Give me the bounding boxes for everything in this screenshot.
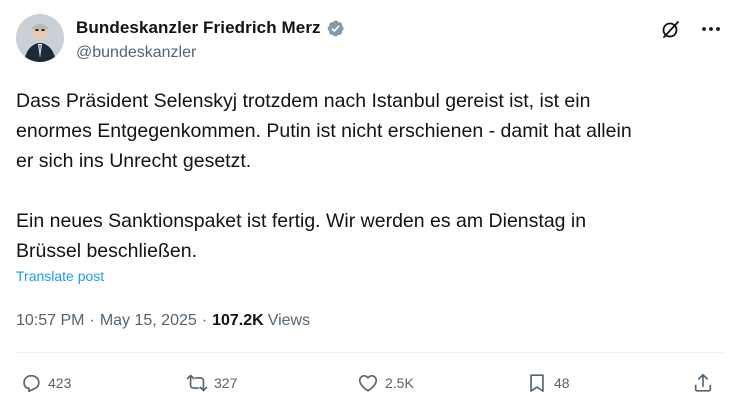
share-button[interactable] [692, 372, 714, 394]
heart-icon [358, 375, 378, 392]
divider [16, 352, 724, 353]
views-label: Views [267, 312, 311, 329]
reply-button[interactable]: 423 [20, 372, 71, 394]
avatar-image [16, 14, 64, 62]
repost-icon [186, 374, 208, 392]
reply-count: 423 [48, 375, 72, 391]
post-time[interactable]: 10:57 PM [16, 312, 84, 330]
like-button[interactable]: 2.5K [357, 372, 414, 394]
post-text: Dass Präsident Selenskyj trotzdem nach I… [16, 90, 632, 262]
repost-count: 327 [214, 375, 238, 391]
share-icon [694, 373, 712, 392]
verified-badge-icon [327, 20, 344, 37]
repost-button[interactable]: 327 [186, 372, 237, 394]
views-count: 107.2K [212, 312, 264, 329]
bookmark-button[interactable]: 48 [526, 372, 570, 394]
like-count: 2.5K [385, 375, 414, 391]
bookmark-icon [530, 374, 544, 392]
meta-separator: · [89, 312, 95, 329]
post-date[interactable]: May 15, 2025 [100, 312, 197, 330]
grok-icon[interactable] [660, 18, 682, 40]
handle[interactable]: @bundeskanzler [76, 44, 196, 62]
meta-separator: · [201, 312, 208, 329]
avatar[interactable] [16, 14, 64, 62]
display-name[interactable]: Bundeskanzler Friedrich Merz [76, 18, 321, 38]
reply-icon [23, 375, 40, 393]
translate-post-link[interactable]: Translate post [16, 268, 104, 284]
bookmark-count: 48 [554, 375, 570, 391]
post-meta: 10:57 PM · May 15, 2025 · 107.2K Views [16, 312, 310, 330]
ellipsis-icon [702, 27, 720, 31]
more-options-icon[interactable] [700, 18, 722, 40]
grok-icon-glyph [662, 21, 679, 38]
action-bar: 423 327 2.5K 48 [16, 372, 724, 402]
